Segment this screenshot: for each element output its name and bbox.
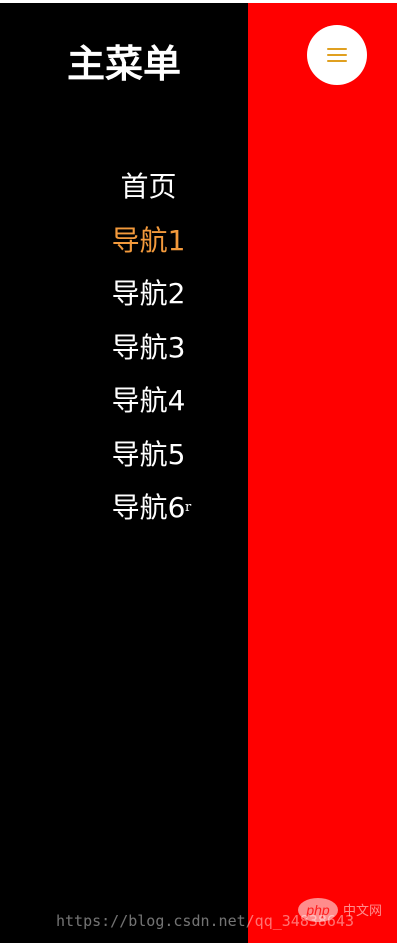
nav-item-4[interactable]: 导航4 xyxy=(0,374,297,428)
nav-item-2[interactable]: 导航2 xyxy=(0,267,297,321)
nav-item-5[interactable]: 导航5 xyxy=(0,428,297,482)
nav-item-6[interactable]: 导航6 xyxy=(0,481,297,535)
text-cursor-icon: r xyxy=(185,500,192,515)
menu-toggle-button[interactable] xyxy=(307,25,367,85)
watermark-url: https://blog.csdn.net/qq_34838643 xyxy=(56,912,355,930)
app-screen: 主菜单 首页 导航1 导航2 导航3 导航4 导航5 导航6 r php 中文网… xyxy=(0,0,397,943)
sidebar-title: 主菜单 xyxy=(66,42,181,86)
nav-item-3[interactable]: 导航3 xyxy=(0,321,297,375)
hamburger-menu-icon xyxy=(327,48,347,62)
nav-item-1[interactable]: 导航1 xyxy=(0,214,297,268)
nav-item-home[interactable]: 首页 xyxy=(0,160,297,214)
nav-list: 首页 导航1 导航2 导航3 导航4 导航5 导航6 xyxy=(0,160,297,535)
